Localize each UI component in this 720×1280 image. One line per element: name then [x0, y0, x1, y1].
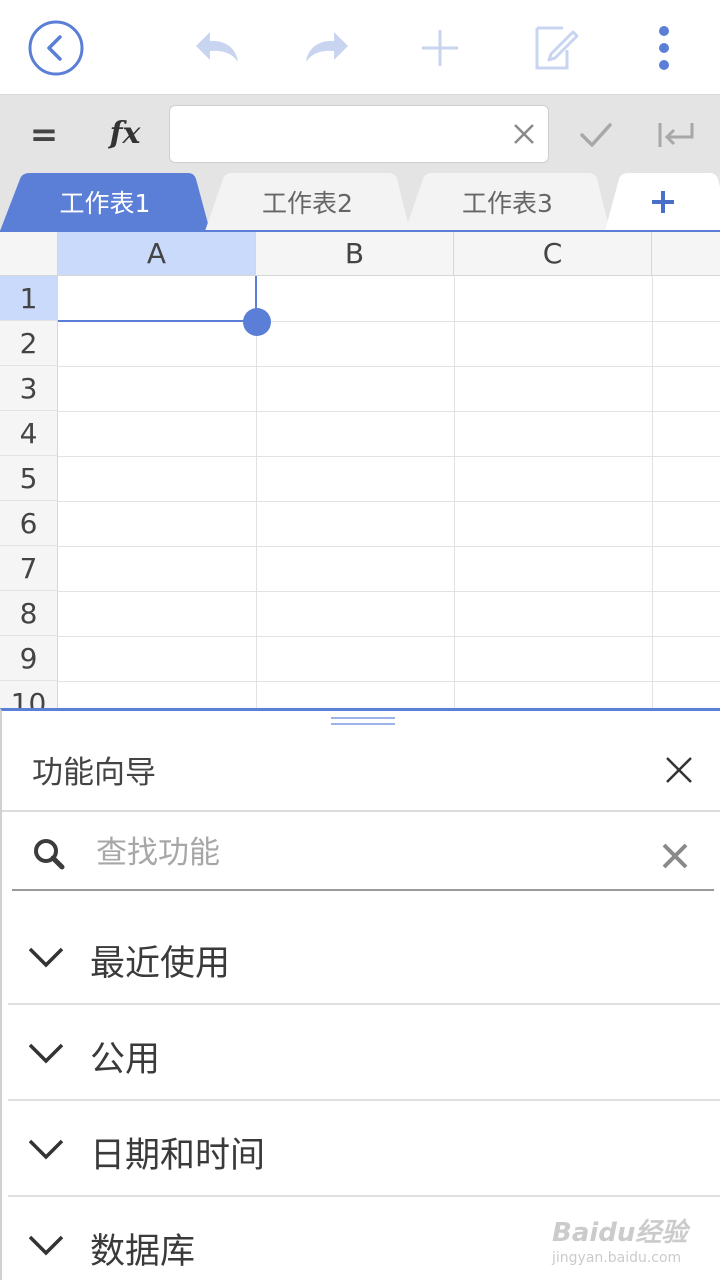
chevron-down-icon — [28, 1235, 64, 1256]
search-clear-icon[interactable] — [658, 839, 692, 873]
tab-sheet-1[interactable]: 工作表1 — [0, 173, 210, 231]
plus-icon — [651, 191, 674, 213]
category-label: 公用 — [90, 1040, 161, 1080]
undo-icon — [196, 32, 238, 62]
watermark: Baidu经验 jingyan.baidu.com — [552, 1212, 712, 1272]
grid-line — [58, 591, 720, 592]
column-header-d[interactable] — [652, 232, 720, 276]
redo-button[interactable] — [300, 20, 356, 76]
category-label: 日期和时间 — [90, 1136, 266, 1176]
sheet-tabs: 工作表1 工作表2 工作表3 — [0, 173, 720, 231]
chevron-down-icon — [28, 1139, 64, 1160]
search-icon — [34, 839, 65, 870]
panel-title: 功能向导 — [32, 755, 156, 791]
more-button[interactable] — [636, 20, 692, 76]
tab-label: 工作表1 — [59, 189, 151, 218]
category-recent[interactable]: 最近使用 — [8, 909, 720, 1005]
category-date-time[interactable]: 日期和时间 — [8, 1101, 720, 1197]
add-icon — [422, 30, 458, 66]
panel-close-button[interactable] — [658, 749, 700, 791]
close-icon — [514, 124, 534, 144]
check-icon — [580, 123, 612, 147]
column-header-c[interactable]: C — [454, 232, 652, 276]
tab-sheet-3[interactable]: 工作表3 — [405, 173, 610, 231]
close-icon — [666, 757, 692, 783]
selected-cell-a1[interactable] — [58, 276, 257, 322]
row-header-4[interactable]: 4 — [0, 411, 58, 456]
function-search-input[interactable] — [96, 829, 636, 877]
row-header-7[interactable]: 7 — [0, 546, 58, 591]
watermark-logo-text: Baidu经验 — [552, 1218, 688, 1248]
row-header-2[interactable]: 2 — [0, 321, 58, 366]
grid-line — [58, 546, 720, 547]
chevron-down-icon — [28, 947, 64, 968]
top-toolbar — [0, 0, 720, 95]
category-common[interactable]: 公用 — [8, 1005, 720, 1101]
divider — [2, 810, 720, 812]
column-header-b[interactable]: B — [256, 232, 454, 276]
column-header-a[interactable]: A — [58, 232, 256, 276]
insert-button[interactable] — [412, 20, 468, 76]
grid-line — [58, 681, 720, 682]
enter-icon — [658, 123, 694, 147]
category-label: 数据库 — [90, 1232, 196, 1272]
undo-button[interactable] — [188, 20, 244, 76]
row-header-6[interactable]: 6 — [0, 501, 58, 546]
confirm-button[interactable] — [574, 113, 618, 157]
tab-sheet-2[interactable]: 工作表2 — [205, 173, 410, 231]
category-label: 最近使用 — [90, 944, 231, 984]
function-search — [12, 813, 714, 891]
watermark-url: jingyan.baidu.com — [552, 1250, 682, 1266]
grid-line — [58, 636, 720, 637]
enter-button[interactable] — [652, 113, 700, 157]
spreadsheet-grid[interactable]: A B C 1 2 3 4 5 6 7 8 9 10 — [0, 232, 720, 710]
grid-line — [652, 276, 653, 710]
row-header-8[interactable]: 8 — [0, 591, 58, 636]
back-icon — [28, 20, 84, 76]
formula-bar: = fx — [0, 95, 720, 173]
back-button[interactable] — [28, 20, 84, 76]
row-header-10[interactable]: 10 — [0, 681, 58, 710]
grid-line — [58, 501, 720, 502]
fill-handle[interactable] — [243, 308, 271, 336]
function-wizard-panel: 功能向导 最近使用 公用 日期和时间 数据库 — [0, 708, 720, 1280]
row-header-3[interactable]: 3 — [0, 366, 58, 411]
grid-line — [454, 276, 455, 710]
edit-icon — [535, 26, 579, 70]
equals-button[interactable]: = — [22, 113, 66, 157]
formula-input[interactable] — [169, 105, 549, 163]
more-icon — [659, 26, 669, 70]
tab-label: 工作表2 — [262, 189, 353, 218]
tab-label: 工作表3 — [462, 189, 553, 218]
grid-line — [58, 411, 720, 412]
select-all-corner[interactable] — [0, 232, 58, 276]
grid-line — [256, 276, 257, 710]
edit-button[interactable] — [527, 20, 583, 76]
row-header-9[interactable]: 9 — [0, 636, 58, 681]
add-sheet-button[interactable] — [605, 173, 720, 231]
formula-clear-button[interactable] — [510, 120, 538, 148]
redo-icon — [306, 32, 348, 62]
chevron-down-icon — [28, 1043, 64, 1064]
fx-button[interactable]: fx — [100, 111, 150, 155]
row-header-1[interactable]: 1 — [0, 276, 58, 321]
grid-line — [58, 366, 720, 367]
grid-line — [58, 456, 720, 457]
row-header-5[interactable]: 5 — [0, 456, 58, 501]
panel-drag-handle[interactable] — [331, 717, 395, 727]
